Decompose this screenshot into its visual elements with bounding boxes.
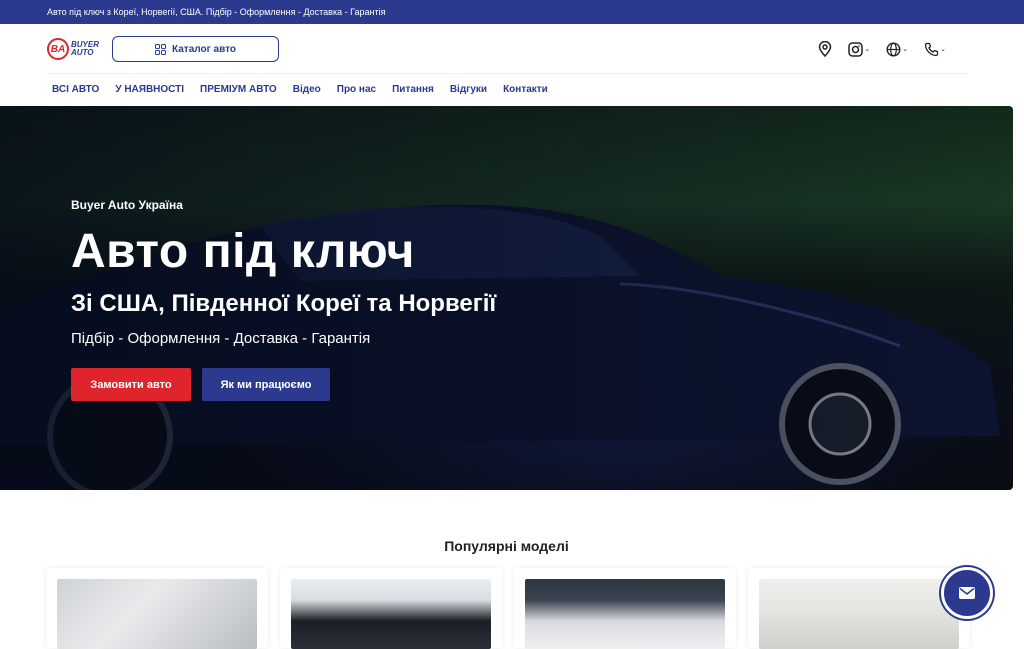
- instagram-button[interactable]: ⌄: [848, 41, 871, 57]
- how-we-work-button[interactable]: Як ми працюємо: [202, 368, 330, 401]
- site-logo[interactable]: BA BUYER AUTO: [47, 38, 99, 60]
- hero-eyebrow: Buyer Auto Україна: [71, 198, 183, 212]
- hero-title: Авто під ключ: [71, 225, 415, 278]
- chevron-down-icon: ⌄: [940, 46, 946, 53]
- model-card[interactable]: [280, 568, 502, 649]
- contact-fab-button[interactable]: [941, 567, 993, 619]
- header-divider: [47, 73, 968, 74]
- instagram-icon: [848, 41, 864, 57]
- hero-tagline: Підбір - Оформлення - Доставка - Гаранті…: [71, 330, 371, 347]
- site-header: BA BUYER AUTO Каталог авто ⌄ ⌄ ⌄: [0, 24, 1024, 74]
- chevron-down-icon: ⌄: [864, 46, 871, 53]
- popular-models-title: Популярні моделі: [444, 538, 569, 554]
- phone-icon: [924, 42, 939, 56]
- model-card-image: [291, 579, 491, 649]
- nav-premium[interactable]: ПРЕМІУМ АВТО: [200, 84, 277, 95]
- nav-about[interactable]: Про нас: [337, 84, 376, 95]
- announcement-text: Авто під ключ з Кореї, Норвегії, США. Пі…: [47, 7, 386, 17]
- nav-reviews[interactable]: Відгуки: [450, 84, 487, 95]
- model-card[interactable]: [748, 568, 970, 649]
- mail-icon: [959, 587, 975, 599]
- nav-contacts[interactable]: Контакти: [503, 84, 548, 95]
- popular-models-list: [46, 568, 970, 649]
- chevron-down-icon: ⌄: [902, 46, 909, 53]
- model-card-image: [57, 579, 257, 649]
- grid-icon: [155, 43, 167, 55]
- order-car-button[interactable]: Замовити авто: [71, 368, 191, 401]
- top-announcement-bar: Авто під ключ з Кореї, Норвегії, США. Пі…: [0, 0, 1024, 24]
- nav-faq[interactable]: Питання: [392, 84, 434, 95]
- nav-all-cars[interactable]: ВСІ АВТО: [52, 84, 99, 95]
- logo-line-2: AUTO: [71, 48, 94, 57]
- model-card[interactable]: [46, 568, 268, 649]
- language-button[interactable]: ⌄: [886, 41, 909, 57]
- main-nav: ВСІ АВТО У НАЯВНОСТІ ПРЕМІУМ АВТО Відео …: [0, 74, 1024, 105]
- model-card-image: [525, 579, 725, 649]
- logo-badge: BA: [47, 38, 69, 60]
- nav-in-stock[interactable]: У НАЯВНОСТІ: [115, 84, 184, 95]
- catalog-button[interactable]: Каталог авто: [112, 36, 280, 62]
- nav-video[interactable]: Відео: [293, 84, 321, 95]
- location-icon: [819, 41, 832, 57]
- model-card[interactable]: [514, 568, 736, 649]
- model-card-image: [759, 579, 959, 649]
- logo-wordmark: BUYER AUTO: [71, 41, 99, 57]
- globe-icon: [886, 41, 901, 57]
- catalog-button-label: Каталог авто: [172, 43, 236, 55]
- hero-subtitle: Зі США, Південної Кореї та Норвегії: [71, 290, 497, 317]
- location-button[interactable]: [818, 41, 832, 57]
- hero-banner: Buyer Auto Україна Авто під ключ Зі США,…: [0, 106, 1013, 490]
- header-icons: ⌄ ⌄ ⌄: [818, 24, 946, 74]
- phone-button[interactable]: ⌄: [924, 42, 946, 57]
